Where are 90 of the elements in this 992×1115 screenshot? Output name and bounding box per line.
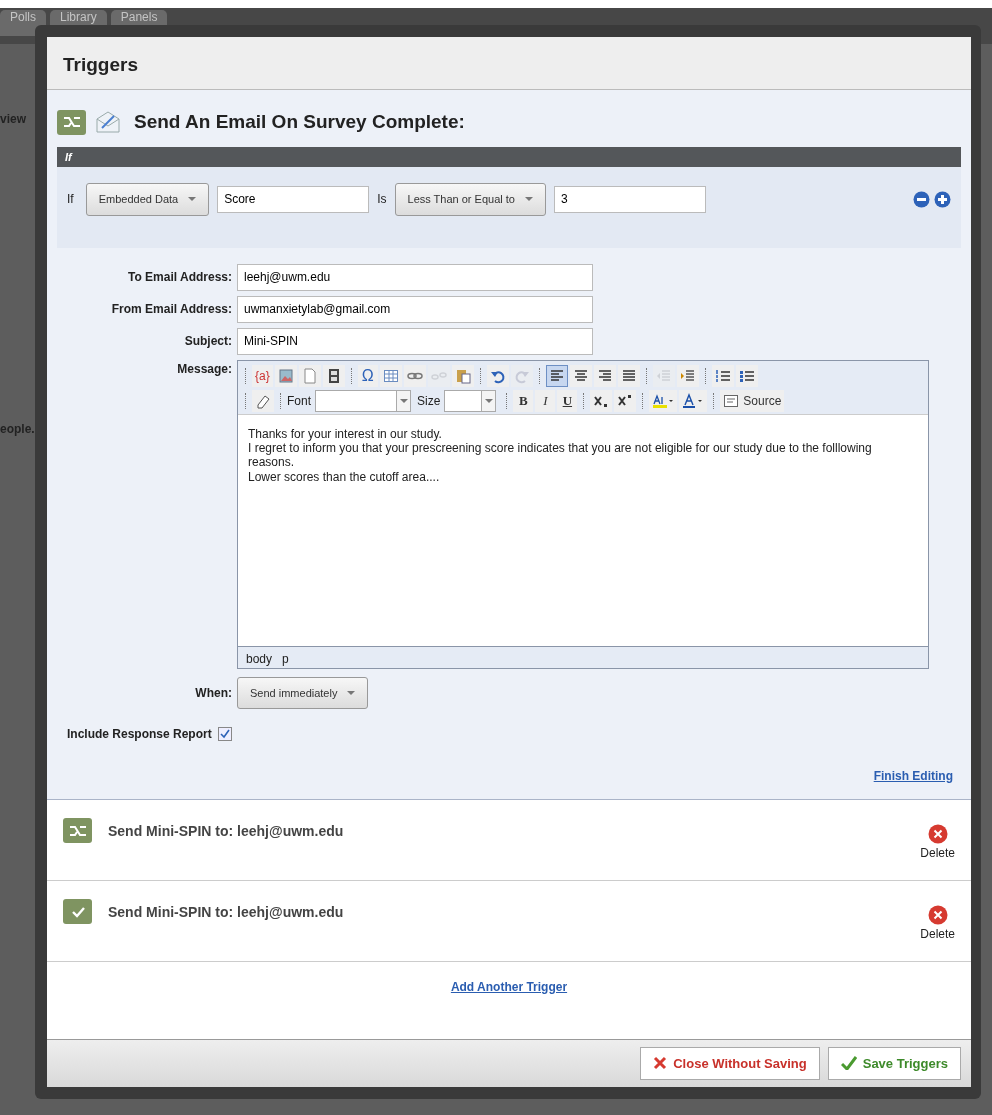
email-field[interactable]: uwmanxietylab@gmail.com [237,295,593,323]
path-element[interactable]: p [282,649,289,665]
undo-icon [489,368,506,384]
align-right-icon [596,368,613,384]
condition-label: If [67,191,74,209]
toolbar-button[interactable] [649,390,678,412]
envelope-icon [94,109,122,136]
caret-icon [188,197,197,202]
caret-icon [347,690,356,695]
toolbar-button[interactable] [322,365,345,387]
trigger-text: Send Mini-SPIN to: leehj@uwm.edu [108,903,345,922]
operand-field[interactable]: 3 [553,185,706,213]
delete-label[interactable]: Delete [920,925,955,943]
justify-icon [620,368,637,384]
toolbar-button[interactable] [593,365,616,387]
is-label: Is [377,191,387,209]
source-button[interactable]: Source [720,390,785,412]
checkmark-icon [840,1056,857,1071]
toolbar-button[interactable]: U [557,390,578,412]
editor-heading: Send An Email On Survey Complete: [134,110,465,134]
toolbar-button[interactable] [486,365,509,387]
operator-dropdown[interactable]: Less Than or Equal to [394,183,546,216]
checkbox[interactable] [217,727,232,741]
toolbar-button[interactable] [711,365,734,387]
add-icon[interactable] [934,190,951,208]
eraser-icon [255,393,271,409]
combo-label: Font [287,393,311,410]
add-trigger-link[interactable]: Add Another Trigger [450,980,568,994]
caret-icon [484,399,493,403]
table-icon [382,368,399,384]
email-field[interactable]: Mini-SPIN [237,327,593,355]
message-text: I regret to inform you that your prescreening score indicates that you are not eligible for our study due to the folllowing reasons. [248,440,873,470]
close-button[interactable]: Close Without Saving [640,1046,820,1080]
indent-icon [679,368,696,384]
checkbox-label: Include Response Report [67,726,212,743]
trigger-text: Send Mini-SPIN to: leehj@uwm.edu [108,822,345,841]
caret-icon [524,197,533,202]
bulleted-list-icon [738,368,755,384]
text-color-icon [682,393,705,409]
close-icon [653,1056,668,1071]
toolbar-button[interactable] [569,365,592,387]
select-field[interactable] [444,390,497,412]
background-text: eople. [0,421,35,438]
select-field[interactable] [315,390,411,412]
highlighter-icon [652,393,675,409]
toolbar-button[interactable]: B [513,390,534,412]
caret-icon [399,399,408,403]
delete-icon[interactable] [927,824,948,844]
path-element[interactable]: body [246,649,273,665]
align-center-icon [572,368,589,384]
field-label: Subject: [183,333,233,350]
numbered-list-icon [714,368,731,384]
delete-icon[interactable] [927,905,948,925]
dialog-title: Triggers [47,37,971,90]
toolbar-button[interactable] [679,390,708,412]
image-icon [277,368,294,384]
field-label: From Email Address: [110,301,233,318]
delete-label[interactable]: Delete [920,844,955,862]
section-header: If [57,146,961,167]
clipboard-icon [454,368,471,384]
field-label: When: [194,684,233,702]
field-label: Message: [176,360,233,378]
shuffle-icon [69,825,86,836]
checkmark-icon [219,729,230,739]
document-icon [723,394,740,408]
finish-editing-link[interactable]: Finish Editing [873,767,953,785]
message-text: Lower scores than the cutoff area.... [248,469,441,485]
save-button[interactable]: Save Triggers [827,1046,961,1080]
toolbar-button[interactable]: {a} [252,365,273,387]
page-icon [301,368,318,384]
toolbar-button[interactable]: Ω [357,365,378,387]
message-text: Thanks for your interest in our study. [248,426,443,441]
field-dropdown[interactable]: Embedded Data [85,183,210,216]
align-left-icon [548,368,565,384]
shuffle-icon [63,117,80,128]
value-field[interactable]: Score [217,185,370,213]
toolbar-button[interactable] [590,390,613,412]
toolbar-button[interactable] [614,390,637,412]
background-text: view [0,111,26,128]
combo-label: Size [417,393,441,410]
field-label: To Email Address: [126,269,233,286]
redo-icon [513,368,530,384]
toolbar-button[interactable] [735,365,758,387]
toolbar-button[interactable] [545,365,568,387]
toolbar-button[interactable] [617,365,640,387]
remove-icon[interactable] [913,190,930,208]
when-dropdown[interactable]: Send immediately [237,676,369,709]
outdent-icon [655,368,672,384]
email-field[interactable]: leehj@uwm.edu [237,263,593,291]
toolbar-button[interactable]: I [535,390,556,412]
